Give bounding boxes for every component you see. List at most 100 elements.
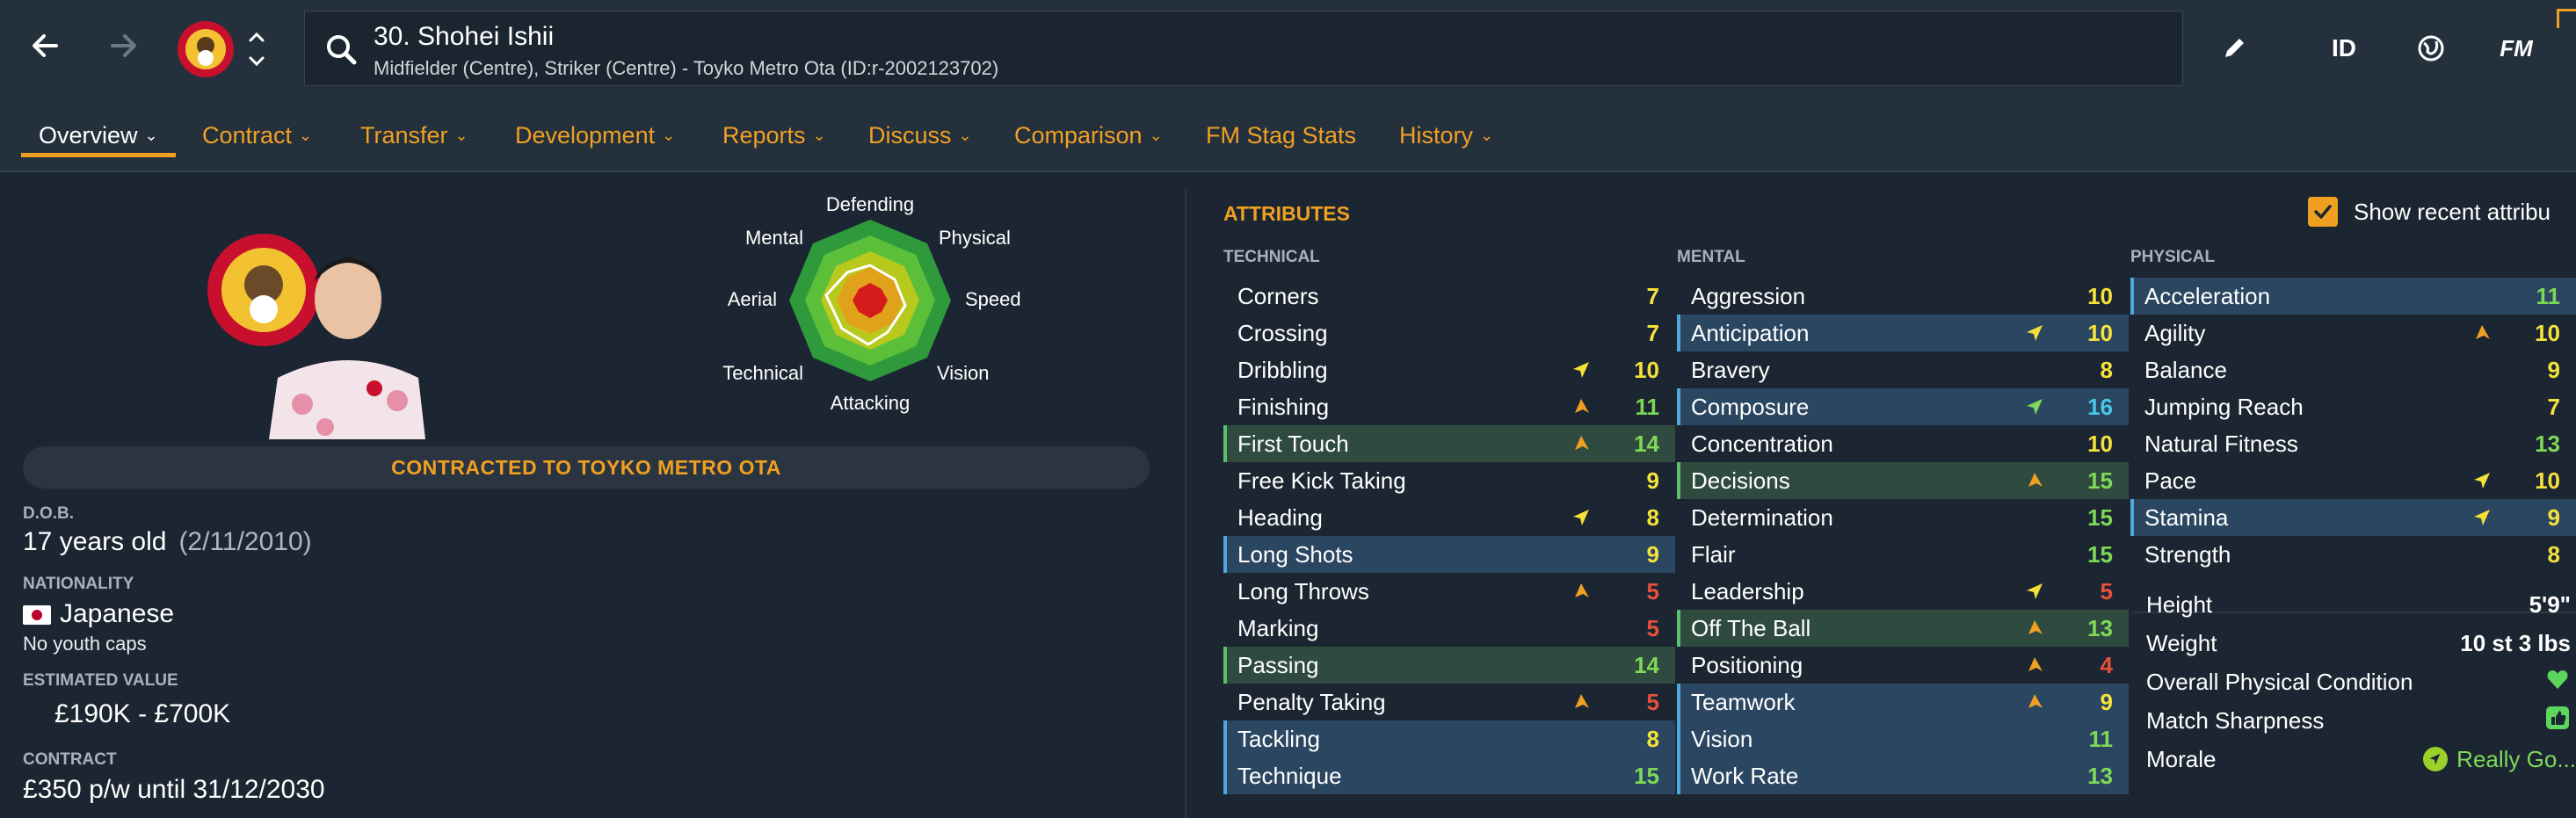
attribute-value: 4 [2100,651,2113,678]
attribute-row-pace[interactable]: Pace 10 [2130,462,2576,499]
attribute-row-finishing[interactable]: Finishing 11 [1223,388,1675,425]
progress-arrow-icon [1568,394,1594,420]
attribute-row-dribbling[interactable]: Dribbling 10 [1223,351,1675,388]
attribute-row-teamwork[interactable]: Teamwork 9 [1677,684,2129,720]
attribute-row-work-rate[interactable]: Work Rate 13 [1677,757,2129,794]
attribute-row-heading[interactable]: Heading 8 [1223,499,1675,536]
player-search-box[interactable]: 30. Shohei Ishii Midfielder (Centre), St… [304,11,2183,86]
attribute-value: 8 [1646,503,1659,531]
id-button[interactable]: ID [2322,26,2366,70]
attribute-row-tackling[interactable]: Tackling 8 [1223,720,1675,757]
mental-title: MENTAL [1677,248,1745,266]
progress-arrow-icon [1568,504,1594,531]
search-icon[interactable] [323,31,361,69]
show-recent-attributes-toggle[interactable]: Show recent attribu [2308,197,2551,227]
edit-pencil-icon[interactable] [2215,26,2253,70]
attribute-row-vision[interactable]: Vision 11 [1677,720,2129,757]
detail-label: Height [2146,590,2213,618]
attribute-value: 15 [2087,503,2113,531]
panel-divider [1185,188,1186,818]
attribute-value: 13 [2535,430,2560,457]
attribute-row-off-the-ball[interactable]: Off The Ball 13 [1677,610,2129,647]
fm-button[interactable]: FM [2485,26,2547,70]
attribute-row-jumping-reach[interactable]: Jumping Reach 7 [2130,388,2576,425]
player-name-title: 30. Shohei Ishii [374,22,555,51]
attribute-row-leadership[interactable]: Leadership 5 [1677,573,2129,610]
attribute-value: 5 [1646,688,1659,715]
attribute-row-strength[interactable]: Strength 8 [2130,536,2576,573]
detail-label: Weight [2146,629,2217,656]
attribute-value: 5 [1646,577,1659,604]
attribute-row-passing[interactable]: Passing 14 [1223,647,1675,684]
attribute-row-agility[interactable]: Agility 10 [2130,315,2576,351]
progress-arrow-icon [1568,689,1594,715]
attribute-row-natural-fitness[interactable]: Natural Fitness 13 [2130,425,2576,462]
attribute-row-positioning[interactable]: Positioning 4 [1677,647,2129,684]
active-tab-indicator [21,153,176,157]
tab-fm-stag-stats[interactable]: FM Stag Stats [1206,118,1356,153]
contract-status-banner[interactable]: CONTRACTED TO TOYKO METRO OTA [23,446,1150,489]
attribute-row-concentration[interactable]: Concentration 10 [1677,425,2129,462]
attribute-row-balance[interactable]: Balance 9 [2130,351,2576,388]
attribute-value: 10 [1634,356,1659,383]
attribute-row-bravery[interactable]: Bravery 8 [1677,351,2129,388]
tab-overview[interactable]: Overview ⌄ [39,118,158,153]
attribute-value: 13 [2087,614,2113,641]
attribute-row-stamina[interactable]: Stamina 9 [2130,499,2576,536]
physical-attributes-column: PHYSICAL Acceleration 11 Agility 10 Balance 9… [2130,248,2576,573]
attribute-row-marking[interactable]: Marking 5 [1223,610,1675,647]
forward-arrow-icon[interactable] [104,26,142,65]
player-profile-panel: Defending Physical Speed Vision Attackin… [0,174,1185,818]
tab-discuss[interactable]: Discuss ⌄ [868,118,972,153]
attribute-row-decisions[interactable]: Decisions 15 [1677,462,2129,499]
physical-detail-match-sharpness: Match Sharpness [2132,701,2576,740]
tab-history[interactable]: History ⌄ [1399,118,1493,153]
radar-label-defending: Defending [826,193,914,215]
attribute-row-long-shots[interactable]: Long Shots 9 [1223,536,1675,573]
tab-transfer[interactable]: Transfer ⌄ [360,118,468,153]
attribute-row-flair[interactable]: Flair 15 [1677,536,2129,573]
attribute-value: 11 [2088,725,2114,752]
attribute-radar-chart: Defending Physical Speed Vision Attackin… [686,185,1055,448]
attribute-value: 9 [2100,688,2113,715]
morale-value[interactable]: Really Go... [2423,746,2576,773]
attribute-row-long-throws[interactable]: Long Throws 5 [1223,573,1675,610]
tab-reports[interactable]: Reports ⌄ [722,118,826,153]
globe-icon[interactable] [2406,26,2456,70]
attribute-value: 7 [2547,393,2560,420]
player-prev-next-icon[interactable] [246,26,267,72]
attribute-value: 7 [1646,282,1659,309]
attribute-row-anticipation[interactable]: Anticipation 10 [1677,315,2129,351]
attribute-value: 9 [1646,467,1659,494]
attribute-value: 9 [1646,540,1659,568]
tab-contract[interactable]: Contract ⌄ [202,118,312,153]
attribute-row-free-kick-taking[interactable]: Free Kick Taking 9 [1223,462,1675,499]
attribute-row-aggression[interactable]: Aggression 10 [1677,278,2129,315]
attribute-row-crossing[interactable]: Crossing 7 [1223,315,1675,351]
checkbox-checked-icon[interactable] [2308,197,2338,227]
attribute-value: 5 [1646,614,1659,641]
morale-icon [2423,747,2449,771]
nationality-value[interactable]: Japanese [23,599,174,629]
attribute-row-technique[interactable]: Technique 15 [1223,757,1675,794]
attribute-row-penalty-taking[interactable]: Penalty Taking 5 [1223,684,1675,720]
attribute-row-acceleration[interactable]: Acceleration 11 [2130,278,2576,315]
radar-label-vision: Vision [937,362,990,384]
youth-caps-text: No youth caps [23,633,147,655]
attribute-row-corners[interactable]: Corners 7 [1223,278,1675,315]
attribute-row-composure[interactable]: Composure 16 [1677,388,2129,425]
attribute-row-determination[interactable]: Determination 15 [1677,499,2129,536]
attribute-row-first-touch[interactable]: First Touch 14 [1223,425,1675,462]
club-badge-icon[interactable] [176,19,236,79]
attribute-value: 14 [1634,651,1659,678]
progress-arrow-icon [2021,615,2048,641]
tab-comparison[interactable]: Comparison ⌄ [1014,118,1163,153]
attribute-value: 9 [2547,503,2560,531]
radar-label-speed: Speed [965,288,1021,310]
radar-label-technical: Technical [722,362,803,384]
contract-value: £350 p/w until 31/12/2030 [23,775,325,804]
back-arrow-icon[interactable] [26,26,65,65]
attribute-value: 8 [1646,725,1659,752]
progress-arrow-icon [2021,394,2048,420]
tab-development[interactable]: Development ⌄ [515,118,675,153]
